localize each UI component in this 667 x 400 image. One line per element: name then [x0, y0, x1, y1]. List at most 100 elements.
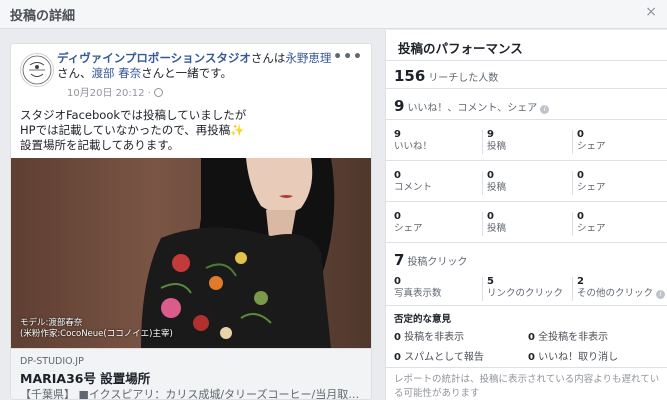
reach-row: 156 リーチした人数 — [394, 66, 498, 85]
grid-value: 0 — [577, 170, 584, 181]
grid-label: シェア — [394, 223, 423, 234]
tagged-person-2[interactable]: 渡部 春奈 — [92, 66, 142, 80]
grid-cell: 5 リンクのクリック — [487, 276, 563, 300]
post-text-line: 設置場所を記載してあります。 — [20, 138, 180, 152]
grid-value: 9 — [487, 129, 494, 140]
negative-label: 全投稿を非表示 — [538, 332, 609, 343]
clicks-count: 7 — [394, 251, 405, 269]
post-header-text: ディヴァインプロポーションスタジオさんは永野恵理さん、渡部 春奈さんと一緒です。 — [57, 51, 337, 81]
grid-value: 0 — [394, 211, 401, 222]
negative-count: 0 — [528, 332, 535, 343]
divider — [572, 130, 573, 154]
grid-cell: 9 いいね！ — [394, 129, 432, 153]
info-icon[interactable]: i — [656, 290, 666, 299]
grid-label: シェア — [577, 182, 606, 193]
photo-caption-line: モデル:渡部春奈 — [20, 318, 83, 328]
negative-count: 0 — [394, 332, 401, 343]
negative-item: 0 全投稿を非表示 — [528, 328, 608, 343]
grid-value: 5 — [487, 276, 494, 287]
grid-label: いいね！ — [394, 141, 433, 152]
modal-body: ディヴァインプロポーションスタジオさんは永野恵理さん、渡部 春奈さんと一緒です。… — [0, 30, 667, 400]
grid-value: 0 — [487, 211, 494, 222]
negative-label: 投稿を非表示 — [404, 332, 465, 343]
grid-label: 投稿 — [487, 182, 507, 193]
timestamp-text: 10月20日 20:12 · — [67, 88, 151, 99]
divider — [482, 277, 483, 301]
clicks-label: 投稿クリック — [407, 257, 468, 268]
link-domain: DP-STUDIO.JP — [20, 356, 84, 367]
photo-caption: モデル:渡部春奈 (米粉作家:CocoNeue(ココノイエ)主宰) — [20, 318, 173, 340]
performance-panel: 投稿のパフォーマンス 156 リーチした人数 9 いいね！、コメント、シェア i 9い… — [385, 30, 667, 400]
divider — [386, 160, 667, 161]
tagged-person-1[interactable]: 永野恵理 — [285, 51, 331, 65]
reach-label: リーチした人数 — [428, 73, 499, 84]
grid-cell: 0 シェア — [394, 211, 423, 235]
divider — [386, 88, 667, 89]
grid-cell: 0 投稿 — [487, 211, 506, 235]
photo-caption-line: (米粉作家:CocoNeue(ココノイエ)主宰) — [20, 329, 173, 339]
footer-note: レポートの統計は、投稿に表示されている内容よりも遅れている可能性があります — [394, 374, 660, 399]
divider — [386, 367, 667, 368]
divider — [386, 201, 667, 202]
negative-feedback-title: 否定的な意見 — [394, 314, 452, 325]
divider — [482, 130, 483, 154]
post-text-line: スタジオFacebookでは投稿していましたが — [20, 108, 247, 122]
divider — [572, 171, 573, 195]
grid-label-text: その他のクリック — [577, 288, 654, 299]
negative-label: スパムとして報告 — [404, 352, 484, 363]
link-title: MARIA36号 設置場所 — [20, 371, 151, 386]
grid-value: 0 — [394, 170, 401, 181]
negative-label: いいね！取り消し — [538, 352, 619, 363]
negative-count: 0 — [394, 352, 401, 363]
grid-value: 0 — [577, 211, 584, 222]
grid-cell: 9 投稿 — [487, 129, 506, 153]
divider — [572, 277, 573, 301]
engagement-label: いいね！、コメント、シェア — [407, 103, 538, 114]
with-text-3: さんと一緒です。 — [141, 66, 233, 80]
grid-value: 0 — [577, 129, 584, 140]
grid-value: 2 — [577, 276, 584, 287]
grid-cell: 0 シェア — [577, 211, 606, 235]
grid-cell: 0 シェア — [577, 129, 606, 153]
post-photo[interactable]: モデル:渡部春奈 (米粉作家:CocoNeue(ココノイエ)主宰) — [11, 158, 371, 348]
grid-label: その他のクリック i — [577, 288, 666, 300]
divider — [482, 212, 483, 236]
grid-label: 写真表示数 — [394, 288, 442, 299]
post-timestamp[interactable]: 10月20日 20:12 · — [67, 84, 163, 99]
post-text-segment: HPでは記載していなかったので、再投稿 — [20, 123, 231, 137]
link-description: 【千葉県】 ■イクスピアリ：カリス成城/タリーズコーヒー/当月取材店舗... — [20, 388, 370, 400]
grid-label: 投稿 — [487, 141, 507, 152]
post-body-text: スタジオFacebookでは投稿していましたが HPでは記載していなかったので、… — [20, 108, 360, 153]
grid-cell: 0 コメント — [394, 170, 432, 194]
divider — [386, 242, 667, 243]
sparkle-icon: ✨ — [230, 123, 245, 137]
divider — [386, 305, 667, 306]
link-preview[interactable]: DP-STUDIO.JP MARIA36号 設置場所 【千葉県】 ■イクスピアリ… — [11, 348, 371, 400]
negative-item: 0 いいね！取り消し — [528, 348, 618, 363]
page-name-link[interactable]: ディヴァインプロポーションスタジオ — [57, 51, 251, 65]
grid-label: コメント — [394, 182, 433, 193]
more-options-button[interactable]: ••• — [333, 49, 363, 65]
grid-value: 0 — [487, 170, 494, 181]
divider — [572, 212, 573, 236]
reach-count: 156 — [394, 67, 426, 85]
grid-label: リンクのクリック — [487, 288, 564, 299]
page-avatar[interactable] — [20, 53, 54, 87]
divider — [386, 60, 667, 61]
modal-header: 投稿の詳細 × — [0, 0, 667, 29]
modal-title: 投稿の詳細 — [10, 9, 76, 24]
info-icon[interactable]: i — [540, 105, 550, 114]
post-text-line: HPでは記載していなかったので、再投稿✨ — [20, 123, 360, 138]
divider — [482, 171, 483, 195]
grid-label: 投稿 — [487, 223, 507, 234]
engagement-row: 9 いいね！、コメント、シェア i — [394, 96, 550, 115]
divider — [386, 119, 667, 120]
post-card: ディヴァインプロポーションスタジオさんは永野恵理さん、渡部 春奈さんと一緒です。… — [10, 43, 372, 400]
grid-value: 0 — [394, 276, 401, 287]
avatar-logo-icon — [22, 55, 52, 85]
grid-cell: 0 投稿 — [487, 170, 506, 194]
performance-title: 投稿のパフォーマンス — [398, 41, 523, 56]
grid-cell: 0 シェア — [577, 170, 606, 194]
close-button[interactable]: × — [645, 5, 657, 19]
grid-value: 9 — [394, 129, 401, 140]
